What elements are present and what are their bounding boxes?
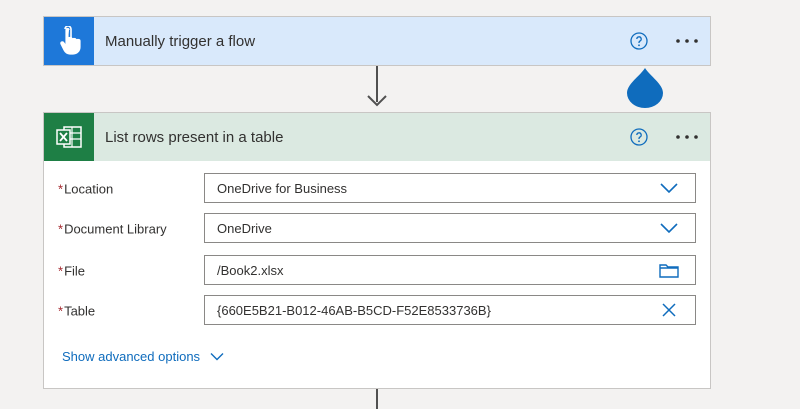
excel-icon (56, 126, 82, 148)
field-row-document-library: *Document Library OneDrive (58, 213, 698, 245)
field-label-text: Document Library (64, 221, 167, 237)
show-advanced-options-link[interactable]: Show advanced options (62, 349, 224, 364)
more-options-icon[interactable] (675, 134, 699, 140)
action-icon-tile (44, 113, 94, 161)
field-label: *File (58, 264, 85, 279)
field-label-text: Location (64, 181, 114, 197)
action-header[interactable]: List rows present in a table (44, 113, 710, 161)
drop-icon[interactable] (626, 66, 664, 108)
chevron-down-icon[interactable] (659, 219, 679, 237)
required-mark: * (58, 181, 64, 197)
folder-icon[interactable] (659, 261, 679, 279)
location-dropdown[interactable]: OneDrive for Business (204, 173, 696, 203)
action-title: List rows present in a table (105, 128, 284, 146)
document-library-dropdown[interactable]: OneDrive (204, 213, 696, 243)
chevron-down-icon[interactable] (659, 179, 679, 197)
field-label: *Document Library (58, 222, 167, 237)
close-icon[interactable] (659, 301, 679, 319)
trigger-card[interactable]: Manually trigger a flow (43, 16, 711, 66)
required-mark: * (58, 221, 64, 237)
field-label: *Location (58, 182, 113, 197)
help-icon[interactable] (630, 128, 648, 146)
field-label-text: Table (64, 303, 96, 319)
action-card[interactable]: List rows present in a table *Location O… (43, 112, 711, 389)
file-input[interactable]: /Book2.xlsx (204, 255, 696, 285)
required-mark: * (58, 303, 64, 319)
advanced-label: Show advanced options (62, 349, 201, 364)
table-input[interactable]: {660E5B21-B012-46AB-B5CD-F52E8533736B} (204, 295, 696, 325)
field-value: OneDrive for Business (217, 180, 348, 196)
help-icon[interactable] (630, 32, 648, 50)
field-row-table: *Table {660E5B21-B012-46AB-B5CD-F52E8533… (58, 295, 698, 327)
field-value: {660E5B21-B012-46AB-B5CD-F52E8533736B} (217, 302, 491, 318)
trigger-title: Manually trigger a flow (105, 32, 256, 50)
field-row-file: *File /Book2.xlsx (58, 255, 698, 287)
touch-hand-icon (60, 26, 81, 55)
chevron-down-icon (210, 353, 224, 361)
trigger-icon-tile (44, 17, 94, 65)
field-label: *Table (58, 304, 95, 319)
field-value: OneDrive (217, 220, 272, 236)
field-label-text: File (64, 263, 86, 279)
required-mark: * (58, 263, 64, 279)
arrow-down-icon (367, 95, 387, 107)
connector-line (376, 389, 378, 409)
field-row-location: *Location OneDrive for Business (58, 173, 698, 205)
field-value: /Book2.xlsx (217, 262, 284, 278)
trigger-header[interactable]: Manually trigger a flow (44, 17, 710, 65)
more-options-icon[interactable] (675, 38, 699, 44)
